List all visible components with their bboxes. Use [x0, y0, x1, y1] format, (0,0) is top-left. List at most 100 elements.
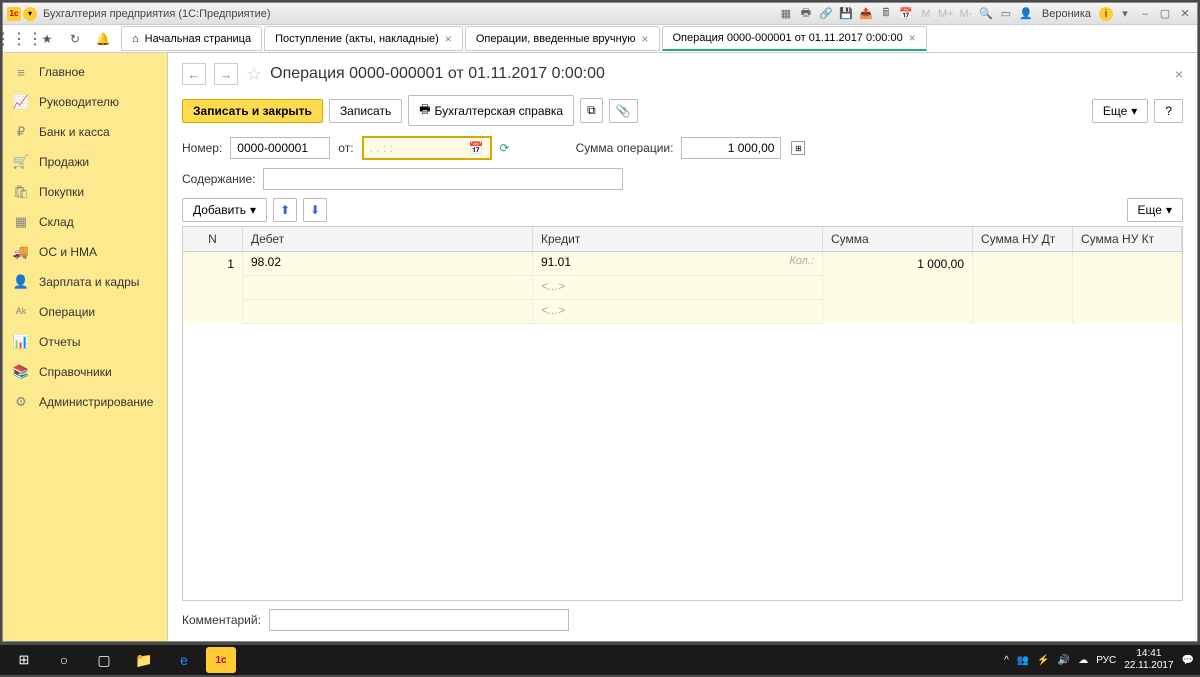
tab-close-icon[interactable]: ×: [641, 32, 648, 46]
tab-close-icon[interactable]: ×: [909, 31, 916, 45]
col-sum[interactable]: Сумма: [823, 227, 973, 251]
cell-nu-dt[interactable]: [973, 252, 1073, 324]
cell-nu-kt[interactable]: [1073, 252, 1182, 324]
bell-icon[interactable]: 🔔: [93, 29, 113, 49]
print-icon[interactable]: 🖶: [798, 6, 814, 22]
add-button[interactable]: Добавить ▾: [182, 198, 267, 222]
calculator-icon[interactable]: ⊞: [791, 141, 805, 155]
sum-input[interactable]: [681, 137, 781, 159]
tray-up-icon[interactable]: ^: [1004, 655, 1009, 666]
save-close-button[interactable]: Записать и закрыть: [182, 99, 323, 123]
sidebar-item-manager[interactable]: 📈Руководителю: [3, 87, 167, 117]
sidebar-item-reports[interactable]: 📊Отчеты: [3, 327, 167, 357]
more-table-button[interactable]: Еще ▾: [1127, 198, 1183, 222]
comment-input[interactable]: [269, 609, 569, 631]
calendar-icon[interactable]: 📅: [469, 141, 484, 155]
tab-home[interactable]: ⌂ Начальная страница: [121, 26, 262, 51]
sidebar-item-purchases[interactable]: 🛍Покупки: [3, 177, 167, 207]
save-icon[interactable]: 💾: [838, 6, 854, 22]
tray-volume-icon[interactable]: 🔊: [1058, 655, 1070, 666]
help-button[interactable]: ?: [1154, 99, 1183, 123]
number-label: Номер:: [182, 141, 222, 155]
cell-credit[interactable]: 91.01Кол.: <...> <...>: [533, 252, 823, 324]
content-input[interactable]: [263, 168, 623, 190]
cell-n[interactable]: 1: [183, 252, 243, 324]
dd-icon[interactable]: ▾: [1117, 6, 1133, 22]
sidebar-item-hr[interactable]: 👤Зарплата и кадры: [3, 267, 167, 297]
calendar-icon[interactable]: 📅: [898, 6, 914, 22]
report-button[interactable]: 🖶Бухгалтерская справка: [408, 95, 574, 126]
zoom-icon[interactable]: 🔍: [978, 6, 994, 22]
col-n[interactable]: N: [183, 227, 243, 251]
tab-receipts[interactable]: Поступление (акты, накладные) ×: [264, 26, 463, 51]
ruble-icon: ₽: [13, 124, 29, 140]
info-icon[interactable]: i: [1099, 7, 1113, 21]
forward-button[interactable]: →: [214, 63, 238, 85]
button-label: Еще: [1138, 203, 1162, 217]
apps-icon[interactable]: ⋮⋮⋮: [9, 29, 29, 49]
col-credit[interactable]: Кредит: [533, 227, 823, 251]
tray-notif-icon[interactable]: 💬: [1182, 655, 1194, 666]
tab-close-icon[interactable]: ×: [445, 32, 452, 46]
sidebar-item-sales[interactable]: 🛒Продажи: [3, 147, 167, 177]
col-debit[interactable]: Дебет: [243, 227, 533, 251]
date-input[interactable]: . . : :📅: [362, 136, 492, 160]
m-plus-icon[interactable]: M+: [938, 6, 954, 22]
tray-cloud-icon[interactable]: ☁: [1078, 655, 1088, 666]
calc-icon[interactable]: 🖩: [878, 6, 894, 22]
grid-icon[interactable]: ▦: [778, 6, 794, 22]
close-page-icon[interactable]: ×: [1175, 66, 1183, 82]
export-icon[interactable]: 📤: [858, 6, 874, 22]
main-toolbar: ⋮⋮⋮ ★ ↻ 🔔 ⌂ Начальная страница Поступлен…: [3, 25, 1197, 53]
favorite-icon[interactable]: ☆: [246, 64, 262, 85]
1c-button[interactable]: 1c: [206, 647, 236, 673]
move-down-button[interactable]: ⬇: [303, 198, 327, 222]
link-icon[interactable]: 🔗: [818, 6, 834, 22]
sidebar-item-directories[interactable]: 📚Справочники: [3, 357, 167, 387]
sidebar-item-warehouse[interactable]: ▦Склад: [3, 207, 167, 237]
maximize-icon[interactable]: ▢: [1157, 6, 1173, 22]
tab-label: Операции, введенные вручную: [476, 33, 636, 45]
sidebar-item-main[interactable]: ≡Главное: [3, 57, 167, 87]
cell-sum[interactable]: 1 000,00: [823, 252, 973, 324]
tray-clock[interactable]: 14:41 22.11.2017: [1124, 648, 1173, 672]
sidebar-item-admin[interactable]: ⚙Администрирование: [3, 387, 167, 417]
minimize-icon[interactable]: –: [1137, 6, 1153, 22]
sidebar-item-label: Отчеты: [39, 335, 80, 349]
search-button[interactable]: ○: [46, 647, 82, 673]
panel-icon[interactable]: ▭: [998, 6, 1014, 22]
table-row[interactable]: 1 98.02 91.01Кол.: <...> <...> 1 000,00: [183, 252, 1182, 324]
sidebar-item-label: Склад: [39, 215, 74, 229]
sidebar-item-assets[interactable]: 🚚ОС и НМА: [3, 237, 167, 267]
back-button[interactable]: ←: [182, 63, 206, 85]
col-nu-dt[interactable]: Сумма НУ Дт: [973, 227, 1073, 251]
content-label: Содержание:: [182, 172, 255, 186]
m-icon[interactable]: M: [918, 6, 934, 22]
sidebar-item-bank[interactable]: ₽Банк и касса: [3, 117, 167, 147]
button-label: Еще: [1103, 104, 1127, 118]
tray-network-icon[interactable]: ⚡: [1037, 655, 1049, 666]
tray-lang[interactable]: РУС: [1096, 655, 1116, 666]
explorer-button[interactable]: 📁: [126, 647, 162, 673]
number-input[interactable]: [230, 137, 330, 159]
move-up-button[interactable]: ⬆: [273, 198, 297, 222]
tab-manual-ops[interactable]: Операции, введенные вручную ×: [465, 26, 660, 51]
sidebar-item-operations[interactable]: ᴬᵏОперации: [3, 297, 167, 327]
history-icon[interactable]: ↻: [65, 29, 85, 49]
save-button[interactable]: Записать: [329, 99, 402, 123]
edge-button[interactable]: e: [166, 647, 202, 673]
close-icon[interactable]: ✕: [1177, 6, 1193, 22]
copy-button[interactable]: ⧉: [580, 98, 603, 123]
refresh-icon[interactable]: ⟳: [500, 141, 510, 155]
col-nu-kt[interactable]: Сумма НУ Кт: [1073, 227, 1182, 251]
start-button[interactable]: ⊞: [6, 647, 42, 673]
taskview-button[interactable]: ▢: [86, 647, 122, 673]
attach-button[interactable]: 📎: [609, 99, 638, 123]
star-icon[interactable]: ★: [37, 29, 57, 49]
tab-operation[interactable]: Операция 0000-000001 от 01.11.2017 0:00:…: [662, 26, 927, 51]
more-button[interactable]: Еще ▾: [1092, 99, 1148, 123]
cell-debit[interactable]: 98.02: [243, 252, 533, 324]
tray-people-icon[interactable]: 👥: [1017, 655, 1029, 666]
dropdown-icon[interactable]: ▾: [23, 7, 37, 21]
m-minus-icon[interactable]: M-: [958, 6, 974, 22]
